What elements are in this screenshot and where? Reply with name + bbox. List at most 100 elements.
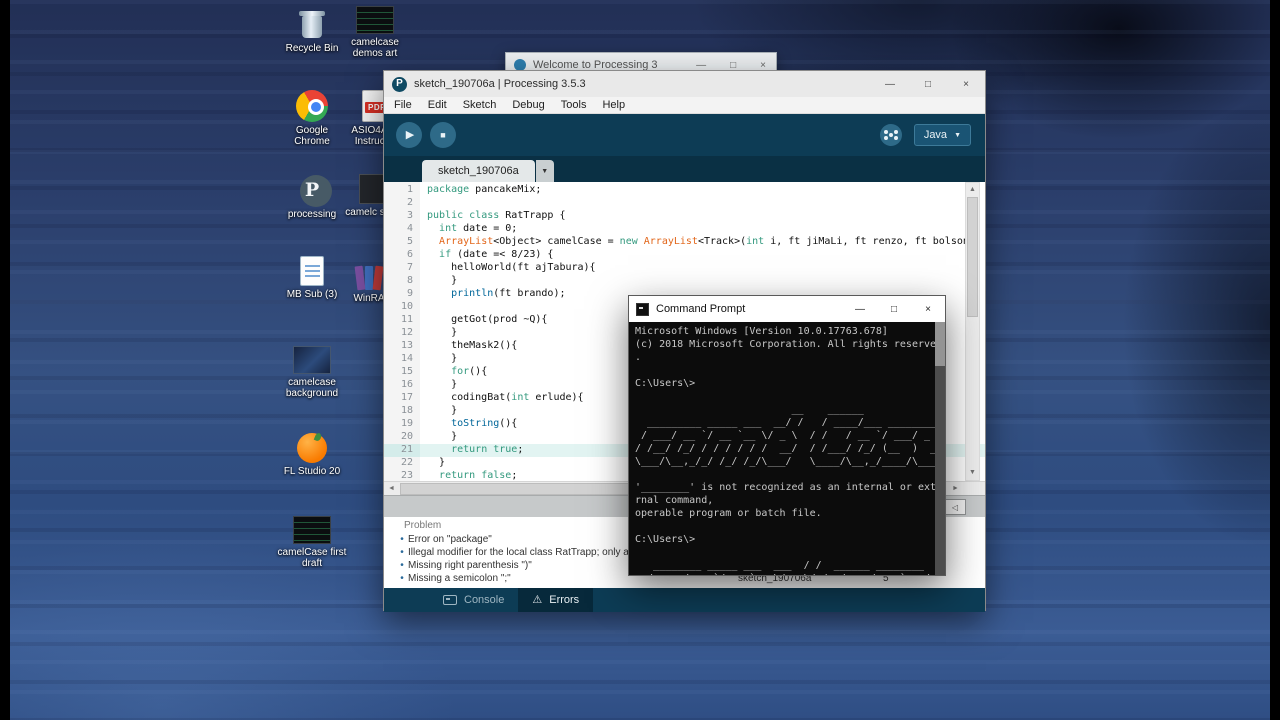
desktop-icon-camelcase-first-draft[interactable]: camelCase first draft: [277, 516, 347, 569]
debug-butterfly-icon: [888, 133, 893, 137]
gutter-line-number: 14: [400, 353, 413, 364]
minimize-icon[interactable]: —: [843, 296, 877, 322]
desktop-icon-camelcase-background[interactable]: camelcase background: [277, 346, 347, 399]
scroll-left-icon[interactable]: ◄: [384, 482, 399, 496]
window-title: sketch_190706a | Processing 3.5.3: [414, 78, 586, 90]
code-line[interactable]: }: [420, 275, 985, 288]
run-button[interactable]: ▶: [396, 122, 422, 148]
desktop-icon-camelcase-demos-art[interactable]: camelcase demos art: [340, 6, 410, 59]
desktop-icon-label: processing: [287, 209, 337, 220]
mode-dropdown[interactable]: Java ▼: [913, 124, 971, 146]
recycle-icon: [292, 6, 332, 40]
desktop-icon-fl-studio-20[interactable]: FL Studio 20: [277, 433, 347, 477]
cmd-line: _________ _____ ___ __/ / / ____/___ ___…: [635, 417, 935, 428]
cmd-app-icon: [636, 302, 649, 316]
ide-tabbar: sketch_190706a ▼: [384, 156, 985, 182]
menu-edit[interactable]: Edit: [428, 99, 447, 111]
tab-errors[interactable]: ⚠ Errors: [518, 588, 594, 612]
code-line[interactable]: public class RatTrapp {: [420, 210, 985, 223]
minimize-icon[interactable]: —: [871, 71, 909, 97]
scroll-right-icon[interactable]: ►: [948, 482, 963, 496]
scroll-up-icon[interactable]: ▲: [966, 183, 979, 197]
cmd-line: C:\Users\>: [635, 378, 696, 389]
line-number-gutter: 1 2 3 4 5 6 7 8 9 10 11 12 13 14 15 16 17 18 19 20 21 22 23: [384, 182, 420, 481]
doc-icon: [300, 256, 324, 286]
close-icon[interactable]: ×: [947, 71, 985, 97]
collapse-panel-button[interactable]: ◁: [944, 499, 966, 515]
gutter-line-number: 17: [400, 392, 413, 403]
desktop-icon-recycle-bin[interactable]: Recycle Bin: [277, 6, 347, 54]
processing-letter: P: [304, 179, 320, 201]
maximize-icon[interactable]: □: [730, 60, 736, 71]
scroll-down-icon[interactable]: ▼: [966, 466, 979, 480]
tab-menu-button[interactable]: ▼: [535, 160, 554, 182]
book-red: [372, 265, 384, 291]
code-line[interactable]: package pancakeMix;: [420, 184, 985, 197]
tab-console[interactable]: Console: [429, 588, 518, 612]
cmd-line: / ___/ __ `/ __ `__ \/ _ \ / / / __ `/ _…: [635, 430, 935, 441]
vertical-scroll-thumb[interactable]: [967, 197, 978, 317]
chevron-down-icon: ▼: [541, 167, 549, 175]
gutter-line-number: 16: [400, 379, 413, 390]
cmd-scroll-thumb[interactable]: [935, 322, 945, 366]
gutter-line-number: 10: [400, 301, 413, 312]
warning-icon: ⚠: [532, 593, 543, 606]
thumb-dark-icon: [293, 516, 331, 544]
cmd-line: / ____/ __ `/ __ `__ \/ _ \/ / / ___/ __…: [635, 572, 935, 575]
processing-app-icon: P: [392, 76, 407, 92]
close-icon[interactable]: ×: [760, 60, 766, 71]
desktop-icon-google-chrome[interactable]: Google Chrome: [277, 90, 347, 147]
cmd-line: .: [635, 352, 642, 363]
doc-line: [304, 270, 320, 272]
cmd-line: / /__/ /_/ / / / / / / __/ / /___/ /_/ (…: [635, 443, 935, 454]
code-line[interactable]: ArrayList<Object> camelCase = new ArrayL…: [420, 236, 985, 249]
cmd-scrollbar[interactable]: [935, 322, 945, 575]
gutter-line-number: 2: [406, 197, 413, 208]
fl-icon: [297, 433, 327, 463]
debug-button[interactable]: [879, 124, 902, 146]
bullet-icon: •: [400, 560, 404, 571]
ide-titlebar[interactable]: P sketch_190706a | Processing 3.5.3 — □ …: [384, 71, 985, 97]
cmd-window-controls: — □ ×: [843, 296, 945, 322]
gutter-line-number: 21: [384, 444, 420, 457]
desktop-icon-processing[interactable]: Pprocessing: [277, 174, 347, 220]
cmd-line: [635, 546, 935, 559]
gutter-line-number: 6: [406, 249, 413, 260]
doc-line: [304, 265, 320, 267]
desktop-icon-label: Google Chrome: [294, 125, 330, 147]
cmd-output[interactable]: Microsoft Windows [Version 10.0.17763.67…: [629, 322, 935, 575]
desktop-icon-label: camelcase demos art: [351, 37, 399, 59]
close-icon[interactable]: ×: [911, 296, 945, 322]
menu-help[interactable]: Help: [602, 99, 625, 111]
code-line[interactable]: [420, 197, 985, 210]
code-line[interactable]: helloWorld(ft ajTabura){: [420, 262, 985, 275]
play-icon: ▶: [405, 128, 415, 141]
console-icon: [443, 595, 457, 605]
cmd-line: [635, 364, 935, 377]
thumb-dark-icon: [356, 6, 394, 34]
menu-tools[interactable]: Tools: [561, 99, 587, 111]
chrome-dot: [311, 102, 321, 112]
ide-toolbar: ▶ ■ Java ▼: [384, 114, 985, 156]
cmd-line: (c) 2018 Microsoft Corporation. All righ…: [635, 339, 935, 350]
bullet-icon: •: [400, 573, 404, 584]
stop-button[interactable]: ■: [430, 122, 456, 148]
minimize-icon[interactable]: —: [696, 60, 706, 71]
code-line[interactable]: if (date =< 8/23) {: [420, 249, 985, 262]
gutter-line-number: 8: [406, 275, 413, 286]
command-prompt-window: Command Prompt — □ × Microsoft Windows […: [628, 295, 946, 576]
menu-sketch[interactable]: Sketch: [463, 99, 497, 111]
menu-debug[interactable]: Debug: [512, 99, 544, 111]
menu-file[interactable]: File: [394, 99, 412, 111]
cmd-line: Microsoft Windows [Version 10.0.17763.67…: [635, 326, 888, 337]
tab-label: sketch_190706a: [438, 165, 519, 177]
cmd-titlebar[interactable]: Command Prompt — □ ×: [629, 296, 945, 322]
cmd-line: [635, 390, 935, 403]
tab-sketch[interactable]: sketch_190706a: [422, 160, 535, 182]
code-line[interactable]: int date = 0;: [420, 223, 985, 236]
horizontal-scroll-thumb[interactable]: [400, 483, 630, 495]
maximize-icon[interactable]: □: [877, 296, 911, 322]
editor-vertical-scrollbar[interactable]: ▲ ▼: [965, 182, 980, 481]
maximize-icon[interactable]: □: [909, 71, 947, 97]
gutter-line-number: 23: [400, 470, 413, 481]
